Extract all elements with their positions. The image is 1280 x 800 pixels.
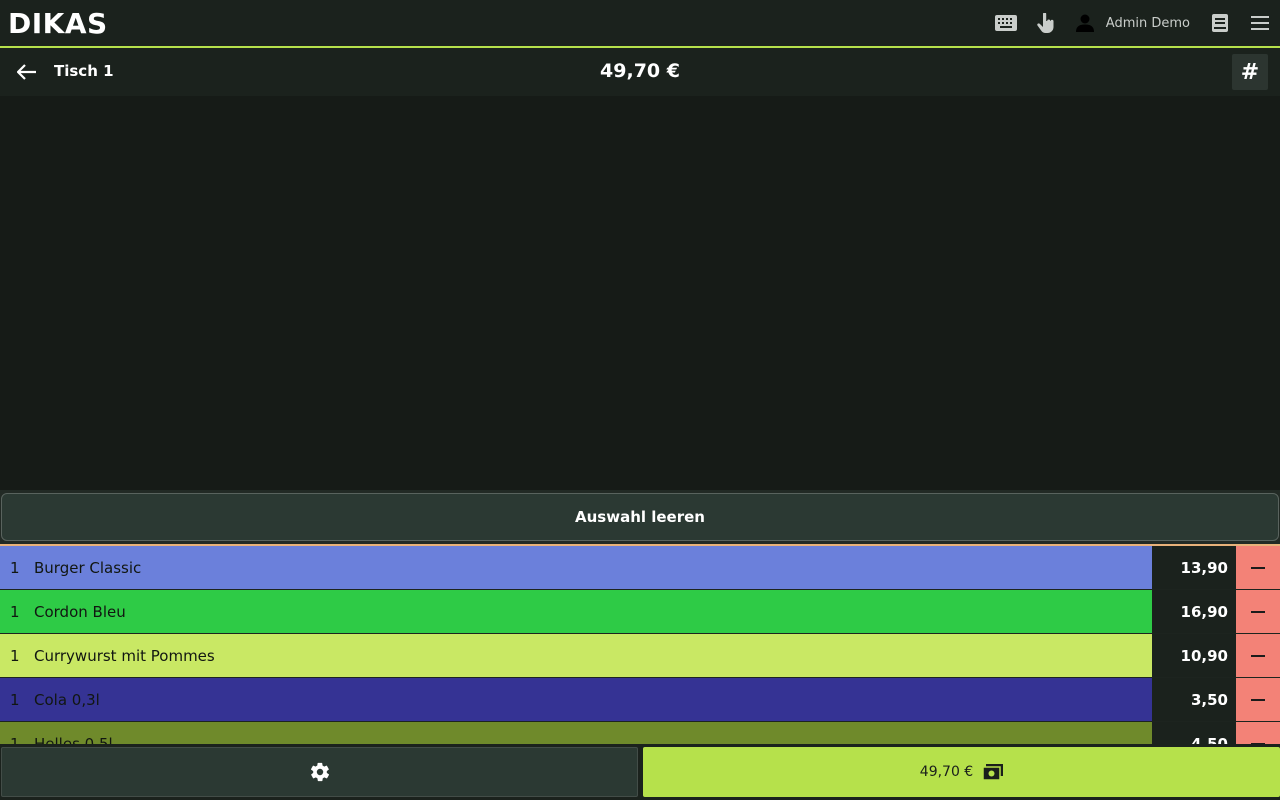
product-area — [0, 96, 1280, 490]
item-quantity: 1 — [10, 690, 20, 709]
table-name: Tisch 1 — [54, 62, 114, 80]
remove-item-button[interactable] — [1236, 634, 1280, 677]
remove-item-button[interactable] — [1236, 546, 1280, 589]
order-total: 49,70 € — [600, 60, 680, 82]
cash-icon — [983, 764, 1004, 780]
item-quantity: 1 — [10, 558, 20, 577]
item-quantity: 1 — [10, 646, 20, 665]
minus-icon — [1251, 610, 1265, 613]
dikas-logo: DIKAS — [8, 7, 108, 40]
touch-hand-icon[interactable] — [1026, 0, 1066, 46]
bottom-bar: 49,70 € — [0, 744, 1280, 800]
remove-item-button[interactable] — [1236, 590, 1280, 633]
top-bar: DIKAS Admin Demo — [0, 0, 1280, 48]
back-button[interactable] — [12, 58, 42, 86]
pay-button[interactable]: 49,70 € — [643, 747, 1280, 797]
item-price: 10,90 — [1152, 634, 1236, 677]
item-name: Helles 0,5l — [34, 734, 113, 745]
pay-total: 49,70 € — [919, 764, 974, 780]
pos-app: DIKAS Admin Demo Tisch 1 49,70 € # Auswa… — [0, 0, 1280, 800]
order-item[interactable]: 1 Helles 0,5l — [0, 722, 1152, 744]
remove-item-button[interactable] — [1236, 678, 1280, 721]
user-menu[interactable]: Admin Demo — [1066, 0, 1200, 46]
table-header: Tisch 1 49,70 € # — [0, 48, 1280, 96]
order-item[interactable]: 1 Cola 0,3l — [0, 678, 1152, 721]
gear-icon — [310, 762, 329, 782]
item-quantity: 1 — [10, 602, 20, 621]
keyboard-icon[interactable] — [986, 0, 1026, 46]
order-row[interactable]: 1 Burger Classic 13,90 — [0, 546, 1280, 590]
order-item[interactable]: 1 Currywurst mit Pommes — [0, 634, 1152, 677]
item-name: Cola 0,3l — [34, 690, 100, 709]
minus-icon — [1251, 654, 1265, 657]
settings-button[interactable] — [1, 747, 638, 797]
user-icon — [1075, 14, 1094, 32]
item-price: 3,50 — [1152, 678, 1236, 721]
user-name: Admin Demo — [1105, 15, 1190, 31]
book-icon[interactable] — [1200, 0, 1240, 46]
item-price: 13,90 — [1152, 546, 1236, 589]
hash-button[interactable]: # — [1232, 54, 1268, 90]
item-price: 4,50 — [1152, 722, 1236, 744]
item-name: Cordon Bleu — [34, 602, 126, 621]
clear-selection-button[interactable]: Auswahl leeren — [1, 493, 1279, 541]
minus-icon — [1251, 566, 1265, 569]
order-row[interactable]: 1 Cola 0,3l 3,50 — [0, 678, 1280, 722]
order-row[interactable]: 1 Helles 0,5l 4,50 — [0, 722, 1280, 744]
arrow-left-icon — [17, 64, 36, 80]
top-actions: Admin Demo — [986, 0, 1280, 46]
remove-item-button[interactable] — [1236, 722, 1280, 744]
item-quantity: 1 — [10, 734, 20, 745]
item-name: Currywurst mit Pommes — [34, 646, 215, 665]
clear-selection-strip: Auswahl leeren — [0, 490, 1280, 546]
order-item[interactable]: 1 Burger Classic — [0, 546, 1152, 589]
order-list: 1 Burger Classic 13,90 1 Cordon Bleu 16,90 1 Cu… — [0, 546, 1280, 744]
item-name: Burger Classic — [34, 558, 142, 577]
order-row[interactable]: 1 Cordon Bleu 16,90 — [0, 590, 1280, 634]
order-row[interactable]: 1 Currywurst mit Pommes 10,90 — [0, 634, 1280, 678]
item-price: 16,90 — [1152, 590, 1236, 633]
hamburger-menu-icon[interactable] — [1240, 0, 1280, 46]
minus-icon — [1251, 698, 1265, 701]
order-item[interactable]: 1 Cordon Bleu — [0, 590, 1152, 633]
